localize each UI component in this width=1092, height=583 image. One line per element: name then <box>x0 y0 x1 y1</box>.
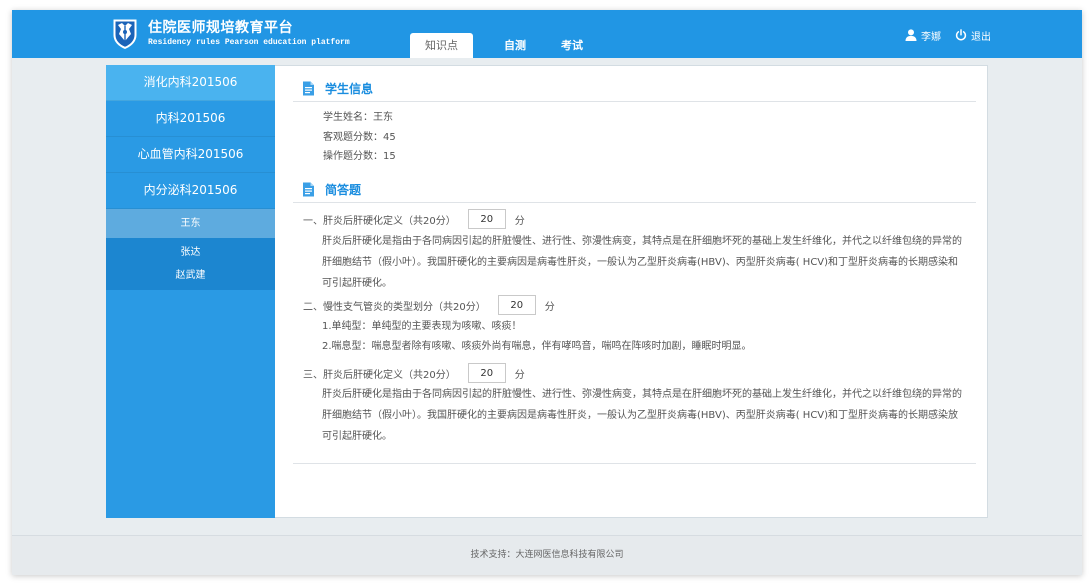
question-row: 二、慢性支气管炎的类型划分（共20分） 分 <box>275 295 987 315</box>
footer: 技术支持：大连网医信息科技有限公司 <box>12 535 1082 575</box>
document-icon <box>302 182 315 197</box>
tab-exam[interactable]: 考试 <box>544 33 600 58</box>
user-name: 李娜 <box>921 31 941 43</box>
answer-text: 肝炎后肝硬化是指由于各同病因引起的肝脏慢性、进行性、弥漫性病变，其特点是在肝细胞… <box>275 231 987 294</box>
practical-score-row: 操作题分数：15 <box>323 147 987 167</box>
document-icon <box>302 81 315 96</box>
logout-button[interactable]: 退出 <box>955 28 991 43</box>
field-label: 操作题分数： <box>323 151 383 162</box>
answer-line: 可引起肝硬化。 <box>322 277 392 289</box>
field-label: 学生姓名： <box>323 112 373 123</box>
content-divider <box>293 463 976 464</box>
student-item-zhang-da[interactable]: 张达 <box>106 241 275 264</box>
field-value: 45 <box>383 131 396 143</box>
sidebar: 消化内科201506 内科201506 心血管内科201506 内分泌科2015… <box>106 65 275 518</box>
student-info-title: 学生信息 <box>325 82 374 96</box>
student-item-wang-dong[interactable]: 王东 <box>106 209 275 238</box>
tab-knowledge-points[interactable]: 知识点 <box>410 33 473 58</box>
department-item-gastroenterology[interactable]: 消化内科201506 <box>106 65 275 101</box>
score-unit: 分 <box>514 215 525 227</box>
short-answer-title: 简答题 <box>325 183 362 197</box>
answer-line: 肝细胞结节（假小叶）。我国肝硬化的主要病因是病毒性肝炎，一般认为乙型肝炎病毒(H… <box>322 409 959 421</box>
power-icon <box>955 29 967 41</box>
logout-label: 退出 <box>971 31 991 43</box>
answer-line: 肝炎后肝硬化是指由于各同病因引起的肝脏慢性、进行性、弥漫性病变，其特点是在肝细胞… <box>322 235 962 247</box>
platform-title: 住院医师规培教育平台 <box>148 20 293 36</box>
content-panel: 学生信息 学生姓名：王东 客观题分数：45 操作题分数：15 简答题 一、肝炎后… <box>275 65 988 518</box>
question-row: 三、肝炎后肝硬化定义（共20分） 分 <box>275 363 987 383</box>
field-value: 王东 <box>373 112 393 123</box>
objective-score-row: 客观题分数：45 <box>323 128 987 148</box>
student-name-row: 学生姓名：王东 <box>323 108 987 128</box>
main-container: 消化内科201506 内科201506 心血管内科201506 内分泌科2015… <box>106 65 988 518</box>
field-label: 客观题分数： <box>323 131 383 143</box>
score-input[interactable] <box>467 209 506 229</box>
answer-line: 肝细胞结节（假小叶）。我国肝硬化的主要病因是病毒性肝炎，一般认为乙型肝炎病毒(H… <box>322 256 959 268</box>
footer-credit: 技术支持：大连网医信息科技有限公司 <box>470 550 624 560</box>
question-title: 二、慢性支气管炎的类型划分（共20分） <box>303 301 486 313</box>
score-input[interactable] <box>497 295 536 315</box>
score-unit: 分 <box>544 301 555 313</box>
answer-line: 肝炎后肝硬化是指由于各同病因引起的肝脏慢性、进行性、弥漫性病变，其特点是在肝细胞… <box>322 388 962 400</box>
answer-line: 可引起肝硬化。 <box>322 430 392 442</box>
question-title: 一、肝炎后肝硬化定义（共20分） <box>303 215 456 227</box>
tab-self-test[interactable]: 自测 <box>487 33 543 58</box>
question-title: 三、肝炎后肝硬化定义（共20分） <box>303 369 456 381</box>
short-answer-header: 简答题 <box>293 177 976 203</box>
student-list: 王东 张达 赵武建 <box>106 209 275 290</box>
score-input[interactable] <box>467 363 506 383</box>
student-info-fields: 学生姓名：王东 客观题分数：45 操作题分数：15 <box>275 102 987 167</box>
user-icon <box>905 29 917 41</box>
answer-line: 2.喘息型：喘息型者除有咳嗽、咳痰外尚有喘息，伴有哮鸣音，喘鸣在阵咳时加剧，睡眠… <box>322 341 752 352</box>
user-profile-link[interactable]: 李娜 <box>905 28 941 43</box>
answer-line: 1.单纯型：单纯型的主要表现为咳嗽、咳痰！ <box>322 321 522 332</box>
department-item-endocrinology[interactable]: 内分泌科201506 <box>106 173 275 209</box>
platform-subtitle: Residency rules Pearson education platfo… <box>148 38 350 47</box>
department-item-cardiology[interactable]: 心血管内科201506 <box>106 137 275 173</box>
answer-text: 肝炎后肝硬化是指由于各同病因引起的肝脏慢性、进行性、弥漫性病变，其特点是在肝细胞… <box>275 384 987 447</box>
field-value: 15 <box>383 151 396 162</box>
student-info-header: 学生信息 <box>293 76 976 102</box>
hospital-emblem-icon <box>112 18 138 50</box>
answer-text: 1.单纯型：单纯型的主要表现为咳嗽、咳痰！ 2.喘息型：喘息型者除有咳嗽、咳痰外… <box>275 317 987 357</box>
top-navigation-bar: 住院医师规培教育平台 Residency rules Pearson educa… <box>12 10 1082 58</box>
department-item-internal-medicine[interactable]: 内科201506 <box>106 101 275 137</box>
question-row: 一、肝炎后肝硬化定义（共20分） 分 <box>275 209 987 229</box>
score-unit: 分 <box>514 369 525 381</box>
student-item-zhao-wujian[interactable]: 赵武建 <box>106 264 275 287</box>
